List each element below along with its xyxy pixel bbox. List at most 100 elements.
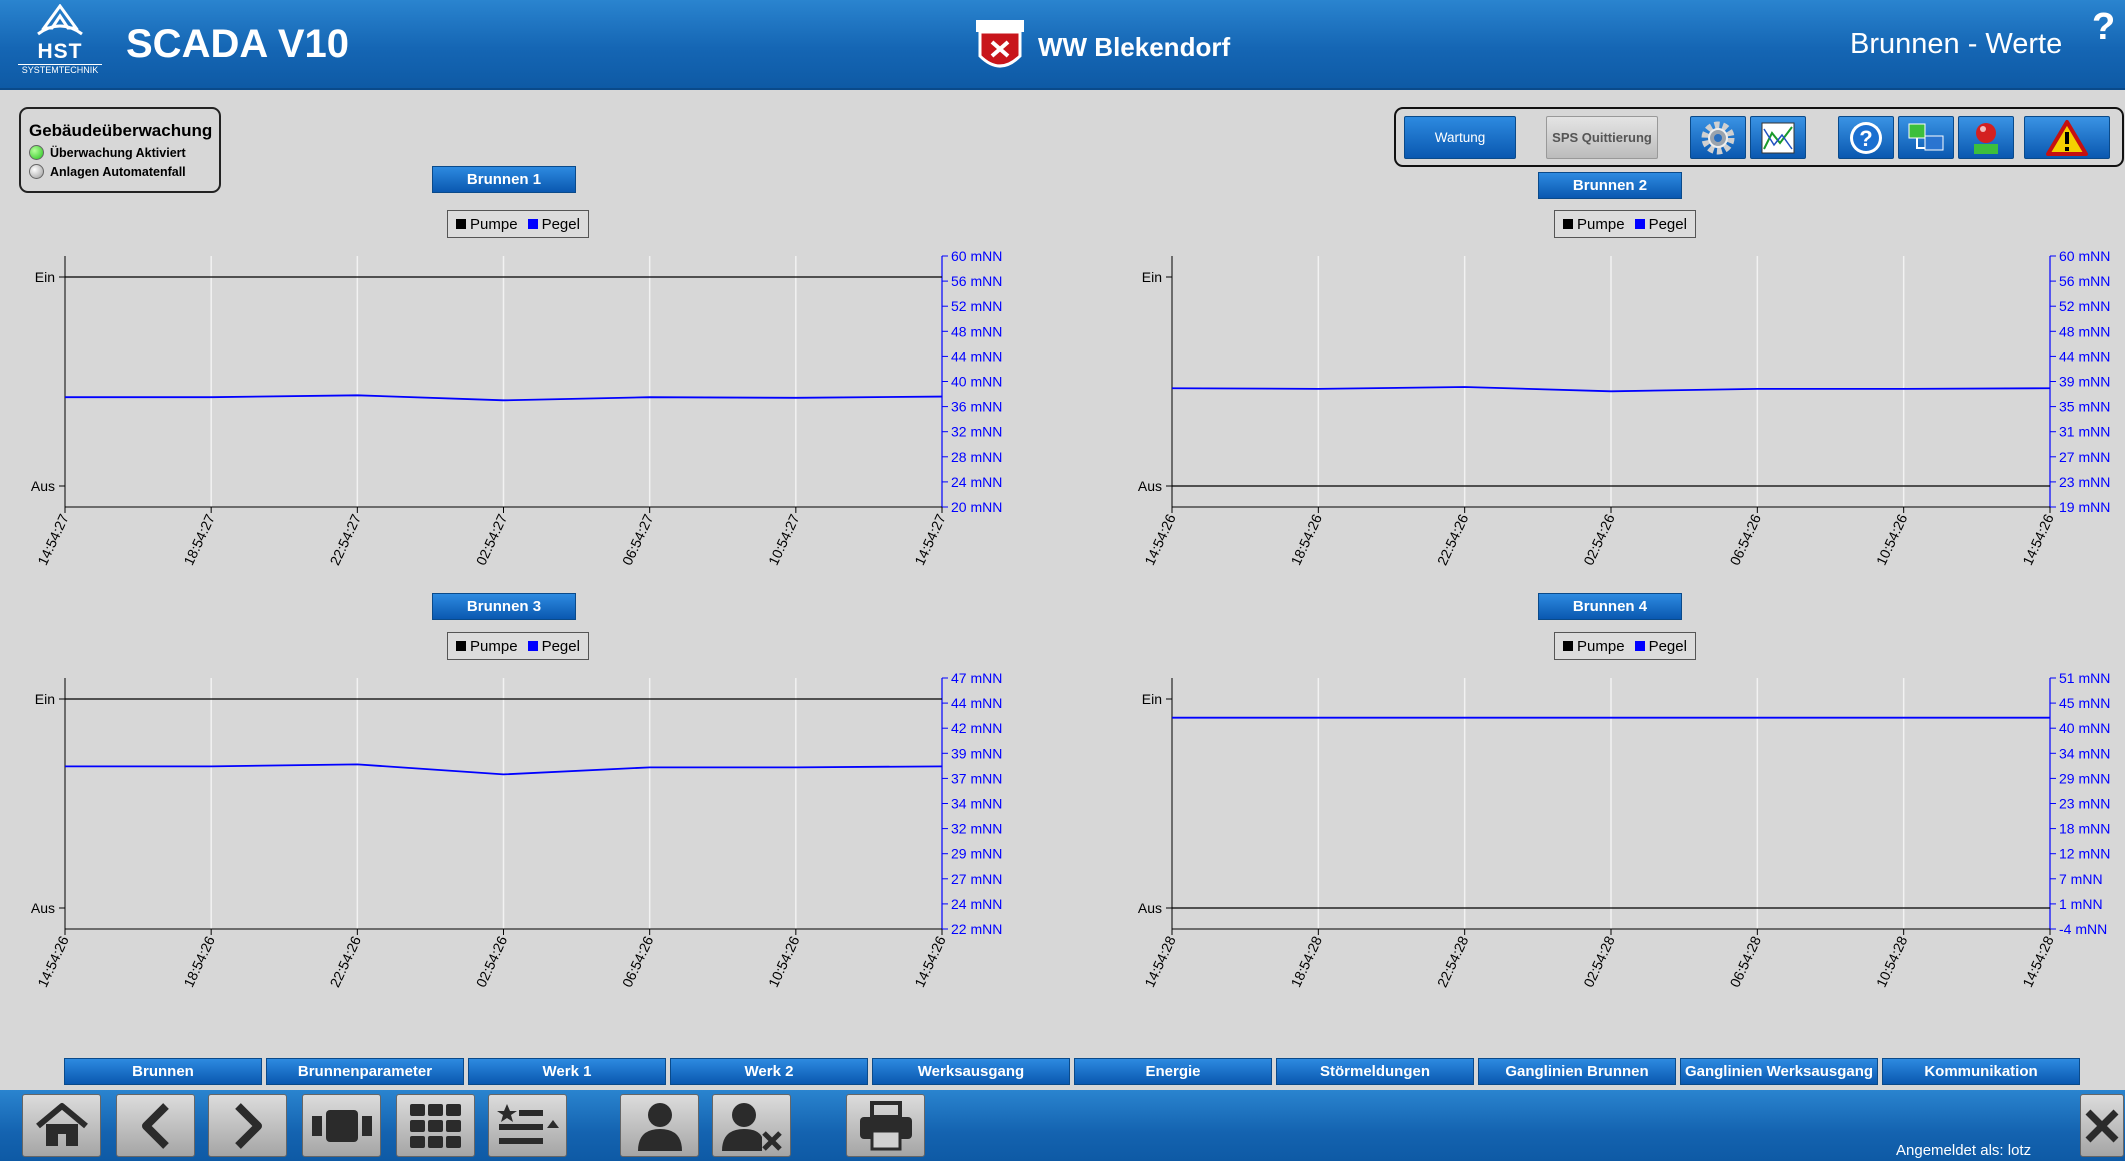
tab-ganglinien-brunnen[interactable]: Ganglinien Brunnen xyxy=(1478,1058,1676,1085)
x-tick-label: 14:54:26 xyxy=(2019,511,2057,567)
y-tick-label: 39 mNN xyxy=(951,745,1002,761)
y-tick-label: 24 mNN xyxy=(951,896,1002,912)
back-icon xyxy=(141,1102,169,1149)
x-tick-label: 18:54:26 xyxy=(1288,511,1326,567)
x-tick-label: 14:54:27 xyxy=(911,511,949,567)
screen-button[interactable] xyxy=(302,1094,381,1157)
x-tick-label: 18:54:28 xyxy=(1288,933,1326,989)
print-button[interactable] xyxy=(846,1094,925,1157)
y-tick-label: 22 mNN xyxy=(951,921,1002,937)
y-tick-label: 44 mNN xyxy=(951,695,1002,711)
charts-canvas: Ein Aus 60 mNN 56 mNN 52 mNN 48 mNN 44 mNN 40 m… xyxy=(31,248,2110,990)
home-button[interactable] xyxy=(22,1094,101,1157)
x-tick-label: 06:54:26 xyxy=(1727,511,1765,567)
x-tick-label: 14:54:27 xyxy=(34,511,72,567)
user-logout-button[interactable] xyxy=(712,1094,791,1157)
tab-brunnenparameter[interactable]: Brunnenparameter xyxy=(266,1058,464,1085)
tab-werk-1[interactable]: Werk 1 xyxy=(468,1058,666,1085)
print-icon xyxy=(859,1100,912,1150)
x-tick-label: 14:54:28 xyxy=(2019,933,2057,989)
x-tick-label: 06:54:27 xyxy=(619,511,657,567)
x-tick-label: 10:54:26 xyxy=(1873,511,1911,567)
pump-tick-label: Ein xyxy=(35,269,55,285)
x-tick-label: 02:54:26 xyxy=(473,933,511,989)
y-tick-label: 29 mNN xyxy=(951,846,1002,862)
y-tick-label: 45 mNN xyxy=(2059,695,2110,711)
grid-icon xyxy=(409,1103,461,1148)
y-tick-label: 40 mNN xyxy=(951,374,1002,390)
x-tick-label: 02:54:27 xyxy=(473,511,511,567)
pump-tick-label: Aus xyxy=(1138,900,1162,916)
y-tick-label: 48 mNN xyxy=(951,323,1002,339)
tab-werk-2[interactable]: Werk 2 xyxy=(670,1058,868,1085)
x-tick-label: 14:54:26 xyxy=(34,933,72,989)
y-tick-label: 44 mNN xyxy=(2059,348,2110,364)
pump-tick-label: Ein xyxy=(1142,691,1162,707)
y-tick-label: 32 mNN xyxy=(951,821,1002,837)
y-tick-label: 48 mNN xyxy=(2059,323,2110,339)
tab-werksausgang[interactable]: Werksausgang xyxy=(872,1058,1070,1085)
x-tick-label: 06:54:28 xyxy=(1727,933,1765,989)
y-tick-label: 19 mNN xyxy=(2059,499,2110,515)
y-tick-label: 28 mNN xyxy=(951,449,1002,465)
y-tick-label: 27 mNN xyxy=(2059,449,2110,465)
x-tick-label: 06:54:26 xyxy=(619,933,657,989)
y-tick-label: 56 mNN xyxy=(951,273,1002,289)
pump-tick-label: Ein xyxy=(1142,269,1162,285)
y-tick-label: 35 mNN xyxy=(2059,399,2110,415)
y-tick-label: 24 mNN xyxy=(951,474,1002,490)
user-icon xyxy=(637,1102,682,1151)
tab-energie[interactable]: Energie xyxy=(1074,1058,1272,1085)
y-tick-label: -4 mNN xyxy=(2059,921,2107,937)
y-tick-label: 47 mNN xyxy=(951,670,1002,686)
user-logout-icon xyxy=(721,1102,782,1151)
x-tick-label: 02:54:28 xyxy=(1580,933,1618,989)
y-tick-label: 52 mNN xyxy=(951,298,1002,314)
footer-bar: Angemeldet als: lotz xyxy=(0,1090,2125,1161)
y-tick-label: 51 mNN xyxy=(2059,670,2110,686)
x-tick-label: 22:54:26 xyxy=(1434,511,1472,567)
x-tick-label: 10:54:28 xyxy=(1873,933,1911,989)
grid-button[interactable] xyxy=(396,1094,475,1157)
user-button[interactable] xyxy=(620,1094,699,1157)
close-button[interactable] xyxy=(2080,1094,2124,1157)
forward-button[interactable] xyxy=(208,1094,287,1157)
y-tick-label: 42 mNN xyxy=(951,720,1002,736)
y-tick-label: 1 mNN xyxy=(2059,896,2103,912)
screen-icon xyxy=(311,1109,372,1142)
y-tick-label: 37 mNN xyxy=(951,770,1002,786)
y-tick-label: 23 mNN xyxy=(2059,474,2110,490)
login-status: Angemeldet als: lotz xyxy=(1896,1142,2032,1159)
x-tick-label: 18:54:27 xyxy=(180,511,218,567)
x-tick-label: 10:54:26 xyxy=(765,933,803,989)
pump-tick-label: Aus xyxy=(1138,478,1162,494)
y-tick-label: 34 mNN xyxy=(951,796,1002,812)
x-tick-label: 10:54:27 xyxy=(765,511,803,567)
tab-stoermeldungen[interactable]: Störmeldungen xyxy=(1276,1058,1474,1085)
y-tick-label: 34 mNN xyxy=(2059,745,2110,761)
tab-kommunikation[interactable]: Kommunikation xyxy=(1882,1058,2080,1085)
tab-ganglinien-werksausgang[interactable]: Ganglinien Werksausgang xyxy=(1680,1058,1878,1085)
pump-tick-label: Aus xyxy=(31,478,55,494)
tab-brunnen[interactable]: Brunnen xyxy=(64,1058,262,1085)
y-tick-label: 29 mNN xyxy=(2059,770,2110,786)
back-button[interactable] xyxy=(116,1094,195,1157)
home-icon xyxy=(35,1102,88,1146)
y-tick-label: 56 mNN xyxy=(2059,273,2110,289)
x-tick-label: 22:54:27 xyxy=(327,511,365,567)
y-tick-label: 18 mNN xyxy=(2059,821,2110,837)
x-tick-label: 02:54:26 xyxy=(1580,511,1618,567)
y-tick-label: 23 mNN xyxy=(2059,796,2110,812)
x-tick-label: 14:54:26 xyxy=(1141,511,1179,567)
x-tick-label: 18:54:26 xyxy=(180,933,218,989)
close-icon xyxy=(2085,1109,2119,1142)
y-tick-label: 20 mNN xyxy=(951,499,1002,515)
pump-tick-label: Ein xyxy=(35,691,55,707)
y-tick-label: 60 mNN xyxy=(951,248,1002,264)
x-tick-label: 22:54:28 xyxy=(1434,933,1472,989)
y-tick-label: 12 mNN xyxy=(2059,846,2110,862)
y-tick-label: 44 mNN xyxy=(951,348,1002,364)
y-tick-label: 52 mNN xyxy=(2059,298,2110,314)
favorites-button[interactable] xyxy=(488,1094,567,1157)
y-tick-label: 36 mNN xyxy=(951,399,1002,415)
